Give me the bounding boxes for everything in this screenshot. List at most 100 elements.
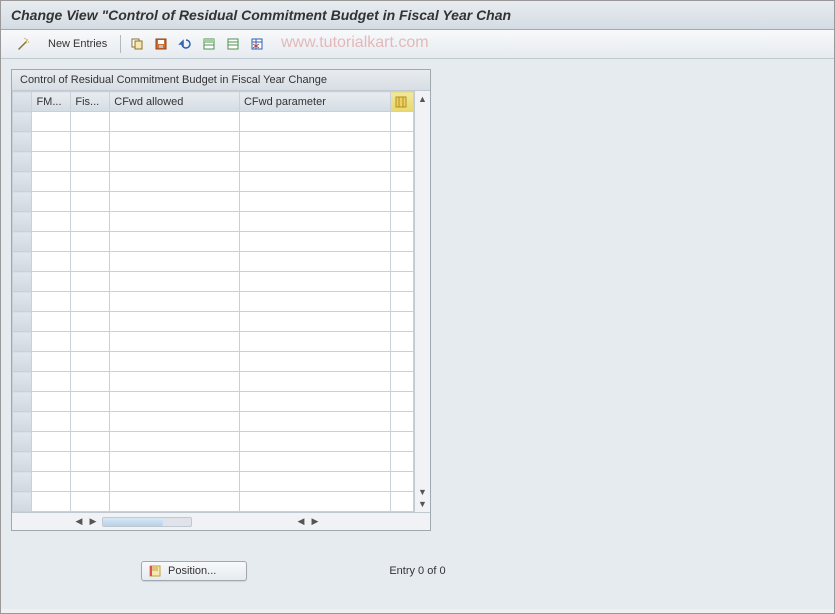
cell-cfwd-parameter[interactable] bbox=[239, 372, 390, 392]
cell-fis[interactable] bbox=[71, 252, 110, 272]
table-row[interactable] bbox=[13, 312, 414, 332]
table-row[interactable] bbox=[13, 392, 414, 412]
cell-cfwd-parameter[interactable] bbox=[239, 252, 390, 272]
row-selector[interactable] bbox=[13, 412, 32, 432]
cell-cfwd-allowed[interactable] bbox=[110, 452, 240, 472]
cell-cfwd-parameter[interactable] bbox=[239, 452, 390, 472]
table-row[interactable] bbox=[13, 272, 414, 292]
select-all-button[interactable] bbox=[199, 34, 219, 54]
cell-fis[interactable] bbox=[71, 112, 110, 132]
deselect-all-button[interactable] bbox=[223, 34, 243, 54]
cell-fis[interactable] bbox=[71, 272, 110, 292]
table-row[interactable] bbox=[13, 432, 414, 452]
cell-fm[interactable] bbox=[32, 192, 71, 212]
row-selector[interactable] bbox=[13, 272, 32, 292]
cell-fis[interactable] bbox=[71, 492, 110, 512]
row-selector[interactable] bbox=[13, 352, 32, 372]
row-selector-header[interactable] bbox=[13, 92, 32, 112]
scroll-right-icon[interactable]: ▶ bbox=[309, 516, 321, 528]
cell-fm[interactable] bbox=[32, 272, 71, 292]
copy-button[interactable] bbox=[127, 34, 147, 54]
cell-cfwd-allowed[interactable] bbox=[110, 132, 240, 152]
table-row[interactable] bbox=[13, 132, 414, 152]
table-row[interactable] bbox=[13, 112, 414, 132]
cell-cfwd-parameter[interactable] bbox=[239, 272, 390, 292]
row-selector[interactable] bbox=[13, 392, 32, 412]
table-row[interactable] bbox=[13, 232, 414, 252]
cell-fis[interactable] bbox=[71, 372, 110, 392]
cell-cfwd-parameter[interactable] bbox=[239, 492, 390, 512]
delete-button[interactable] bbox=[247, 34, 267, 54]
scroll-down-icon[interactable]: ▼ bbox=[417, 486, 429, 498]
scroll-thumb[interactable] bbox=[103, 518, 163, 526]
cell-fis[interactable] bbox=[71, 352, 110, 372]
toggle-button[interactable] bbox=[9, 34, 37, 54]
row-selector[interactable] bbox=[13, 252, 32, 272]
cell-fm[interactable] bbox=[32, 152, 71, 172]
cell-cfwd-allowed[interactable] bbox=[110, 412, 240, 432]
cell-cfwd-parameter[interactable] bbox=[239, 392, 390, 412]
cell-cfwd-allowed[interactable] bbox=[110, 172, 240, 192]
cell-fm[interactable] bbox=[32, 432, 71, 452]
cell-cfwd-parameter[interactable] bbox=[239, 412, 390, 432]
row-selector[interactable] bbox=[13, 372, 32, 392]
undo-button[interactable] bbox=[175, 34, 195, 54]
configure-columns-button[interactable] bbox=[391, 92, 414, 112]
cell-fm[interactable] bbox=[32, 452, 71, 472]
cell-cfwd-parameter[interactable] bbox=[239, 192, 390, 212]
row-selector[interactable] bbox=[13, 192, 32, 212]
row-selector[interactable] bbox=[13, 232, 32, 252]
row-selector[interactable] bbox=[13, 112, 32, 132]
col-header-fm[interactable]: FM... bbox=[32, 92, 71, 112]
row-selector[interactable] bbox=[13, 172, 32, 192]
cell-fm[interactable] bbox=[32, 112, 71, 132]
cell-cfwd-allowed[interactable] bbox=[110, 392, 240, 412]
cell-fm[interactable] bbox=[32, 412, 71, 432]
cell-fm[interactable] bbox=[32, 352, 71, 372]
cell-cfwd-parameter[interactable] bbox=[239, 132, 390, 152]
scroll-up-icon[interactable]: ▲ bbox=[417, 93, 429, 105]
row-selector[interactable] bbox=[13, 472, 32, 492]
cell-fis[interactable] bbox=[71, 412, 110, 432]
cell-fis[interactable] bbox=[71, 152, 110, 172]
scroll-left-icon[interactable]: ◀ bbox=[73, 516, 85, 528]
cell-fm[interactable] bbox=[32, 252, 71, 272]
cell-fis[interactable] bbox=[71, 212, 110, 232]
table-row[interactable] bbox=[13, 212, 414, 232]
cell-cfwd-parameter[interactable] bbox=[239, 332, 390, 352]
new-entries-button[interactable]: New Entries bbox=[41, 35, 114, 53]
cell-fm[interactable] bbox=[32, 132, 71, 152]
scroll-down-icon[interactable]: ▼ bbox=[417, 498, 429, 510]
data-grid[interactable]: FM...Fis...CFwd allowedCFwd parameter bbox=[12, 91, 414, 512]
row-selector[interactable] bbox=[13, 292, 32, 312]
cell-fis[interactable] bbox=[71, 392, 110, 412]
table-row[interactable] bbox=[13, 252, 414, 272]
cell-fm[interactable] bbox=[32, 392, 71, 412]
cell-fm[interactable] bbox=[32, 292, 71, 312]
cell-cfwd-allowed[interactable] bbox=[110, 112, 240, 132]
position-button[interactable]: Position... bbox=[141, 561, 247, 581]
row-selector[interactable] bbox=[13, 152, 32, 172]
cell-cfwd-allowed[interactable] bbox=[110, 352, 240, 372]
table-row[interactable] bbox=[13, 152, 414, 172]
cell-fm[interactable] bbox=[32, 472, 71, 492]
cell-fm[interactable] bbox=[32, 492, 71, 512]
horizontal-scrollbar[interactable]: ◀ ▶ ◀ ▶ bbox=[12, 512, 430, 530]
cell-fis[interactable] bbox=[71, 192, 110, 212]
cell-cfwd-allowed[interactable] bbox=[110, 152, 240, 172]
cell-cfwd-allowed[interactable] bbox=[110, 372, 240, 392]
row-selector[interactable] bbox=[13, 432, 32, 452]
cell-cfwd-parameter[interactable] bbox=[239, 292, 390, 312]
row-selector[interactable] bbox=[13, 332, 32, 352]
row-selector[interactable] bbox=[13, 312, 32, 332]
cell-fis[interactable] bbox=[71, 232, 110, 252]
cell-cfwd-allowed[interactable] bbox=[110, 272, 240, 292]
table-row[interactable] bbox=[13, 412, 414, 432]
vertical-scrollbar[interactable]: ▲ ▼ ▼ bbox=[414, 91, 430, 512]
cell-fis[interactable] bbox=[71, 132, 110, 152]
table-row[interactable] bbox=[13, 292, 414, 312]
save-button[interactable] bbox=[151, 34, 171, 54]
row-selector[interactable] bbox=[13, 452, 32, 472]
cell-fm[interactable] bbox=[32, 312, 71, 332]
cell-cfwd-parameter[interactable] bbox=[239, 472, 390, 492]
